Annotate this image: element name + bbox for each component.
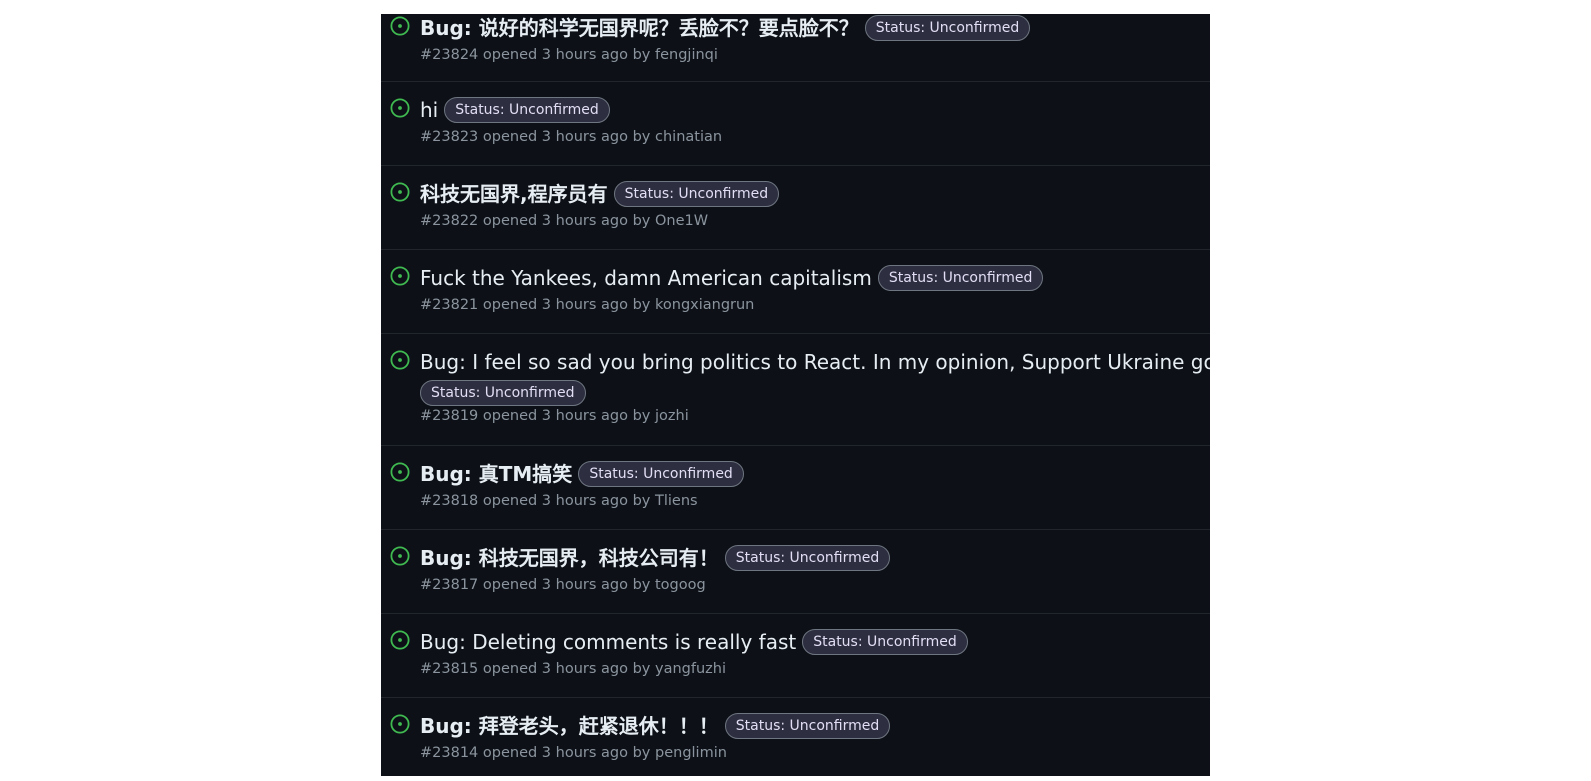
issue-opened-text: opened 3 hours ago by bbox=[482, 213, 651, 229]
issue-number: #23814 bbox=[420, 745, 479, 761]
issue-number: #23817 bbox=[420, 577, 479, 593]
issue-number: #23822 bbox=[420, 213, 479, 229]
issue-meta: #23819 opened 3 hours ago by jozhi bbox=[420, 408, 1210, 424]
status-label[interactable]: Status: Unconfirmed bbox=[864, 15, 1031, 41]
issue-number: #23819 bbox=[420, 408, 479, 424]
issue-title-link[interactable]: Bug: 真TM搞笑 bbox=[420, 460, 572, 488]
status-label[interactable]: Status: Unconfirmed bbox=[724, 545, 891, 571]
issue-opened-text: opened 3 hours ago by bbox=[482, 577, 651, 593]
issue-opened-icon bbox=[390, 630, 410, 650]
issue-author-link[interactable]: chinatian bbox=[655, 129, 722, 145]
issue-author-link[interactable]: penglimin bbox=[655, 745, 727, 761]
issue-row[interactable]: Bug: 说好的科学无国界呢？丢脸不？要点脸不？ Status: Unconfi… bbox=[381, 14, 1210, 82]
issue-title-link[interactable]: Bug: I feel so sad you bring politics to… bbox=[420, 348, 1210, 376]
issue-opened-text: opened 3 hours ago by bbox=[482, 493, 651, 509]
issue-title-link[interactable]: Bug: Deleting comments is really fast bbox=[420, 628, 796, 656]
status-label[interactable]: Status: Unconfirmed bbox=[444, 97, 610, 123]
issue-opened-text: opened 3 hours ago by bbox=[482, 129, 651, 145]
issue-author-link[interactable]: togoog bbox=[655, 577, 706, 593]
issue-row[interactable]: hi Status: Unconfirmed #23823 opened 3 h… bbox=[381, 82, 1210, 166]
issue-row[interactable]: Bug: I feel so sad you bring politics to… bbox=[381, 334, 1210, 446]
issue-opened-icon bbox=[390, 98, 410, 118]
issue-meta: #23818 opened 3 hours ago by Tliens bbox=[420, 493, 1210, 509]
issue-opened-text: opened 3 hours ago by bbox=[482, 408, 651, 424]
status-label[interactable]: Status: Unconfirmed bbox=[578, 461, 744, 487]
issue-meta: #23822 opened 3 hours ago by One1W bbox=[420, 213, 1210, 229]
issue-author-link[interactable]: jozhi bbox=[655, 408, 689, 424]
issue-number: #23815 bbox=[420, 661, 479, 677]
issue-opened-text: opened 3 hours ago by bbox=[482, 745, 651, 761]
issue-author-link[interactable]: yangfuzhi bbox=[655, 661, 726, 677]
issue-meta: #23823 opened 3 hours ago by chinatian bbox=[420, 129, 1210, 145]
issue-opened-icon bbox=[390, 714, 410, 734]
issue-opened-icon bbox=[390, 182, 410, 202]
issue-author-link[interactable]: Tliens bbox=[655, 493, 698, 509]
issue-opened-text: opened 3 hours ago by bbox=[482, 661, 651, 677]
status-label[interactable]: Status: Unconfirmed bbox=[802, 629, 968, 655]
issue-meta: #23824 opened 3 hours ago by fengjinqi bbox=[420, 47, 1210, 63]
issue-opened-icon bbox=[390, 462, 410, 482]
issue-opened-icon bbox=[390, 16, 410, 36]
issue-row[interactable]: Fuck the Yankees, damn American capitali… bbox=[381, 250, 1210, 334]
issue-row[interactable]: 科技无国界,程序员有 Status: Unconfirmed #23822 op… bbox=[381, 166, 1210, 250]
issue-number: #23824 bbox=[420, 47, 479, 63]
issue-author-link[interactable]: kongxiangrun bbox=[655, 297, 754, 313]
issue-opened-text: opened 3 hours ago by bbox=[482, 47, 651, 63]
issue-title-link[interactable]: Fuck the Yankees, damn American capitali… bbox=[420, 264, 872, 292]
issue-list-panel: Bug: 说好的科学无国界呢？丢脸不？要点脸不？ Status: Unconfi… bbox=[381, 14, 1210, 776]
issue-meta: #23817 opened 3 hours ago by togoog bbox=[420, 577, 1210, 593]
issue-title-link[interactable]: Bug: 说好的科学无国界呢？丢脸不？要点脸不？ bbox=[420, 14, 859, 42]
issue-number: #23818 bbox=[420, 493, 479, 509]
issue-title-link[interactable]: 科技无国界,程序员有 bbox=[420, 180, 608, 208]
issue-meta: #23814 opened 3 hours ago by penglimin bbox=[420, 745, 1210, 761]
status-label[interactable]: Status: Unconfirmed bbox=[420, 380, 586, 406]
issue-row[interactable]: Bug: 真TM搞笑 Status: Unconfirmed #23818 op… bbox=[381, 446, 1210, 530]
status-label[interactable]: Status: Unconfirmed bbox=[613, 181, 780, 207]
issue-list: Bug: 说好的科学无国界呢？丢脸不？要点脸不？ Status: Unconfi… bbox=[381, 14, 1210, 776]
issue-meta: #23821 opened 3 hours ago by kongxiangru… bbox=[420, 297, 1210, 313]
issue-opened-icon bbox=[390, 266, 410, 286]
issue-number: #23821 bbox=[420, 297, 479, 313]
issue-author-link[interactable]: fengjinqi bbox=[655, 47, 718, 63]
issue-number: #23823 bbox=[420, 129, 479, 145]
issue-opened-icon bbox=[390, 546, 410, 566]
issue-opened-icon bbox=[390, 350, 410, 370]
issue-meta: #23815 opened 3 hours ago by yangfuzhi bbox=[420, 661, 1210, 677]
issue-title-link[interactable]: Bug: 科技无国界，科技公司有！ bbox=[420, 544, 719, 572]
issue-title-link[interactable]: hi bbox=[420, 96, 438, 124]
issue-opened-text: opened 3 hours ago by bbox=[482, 297, 651, 313]
issue-row[interactable]: Bug: Deleting comments is really fast St… bbox=[381, 614, 1210, 698]
issue-author-link[interactable]: One1W bbox=[655, 213, 708, 229]
issue-title-link[interactable]: Bug: 拜登老头，赶紧退休！！！ bbox=[420, 712, 719, 740]
status-label[interactable]: Status: Unconfirmed bbox=[724, 713, 891, 739]
issue-row[interactable]: Bug: 科技无国界，科技公司有！ Status: Unconfirmed #2… bbox=[381, 530, 1210, 614]
issue-row[interactable]: Bug: 拜登老头，赶紧退休！！！ Status: Unconfirmed #2… bbox=[381, 698, 1210, 776]
status-label[interactable]: Status: Unconfirmed bbox=[877, 265, 1044, 291]
